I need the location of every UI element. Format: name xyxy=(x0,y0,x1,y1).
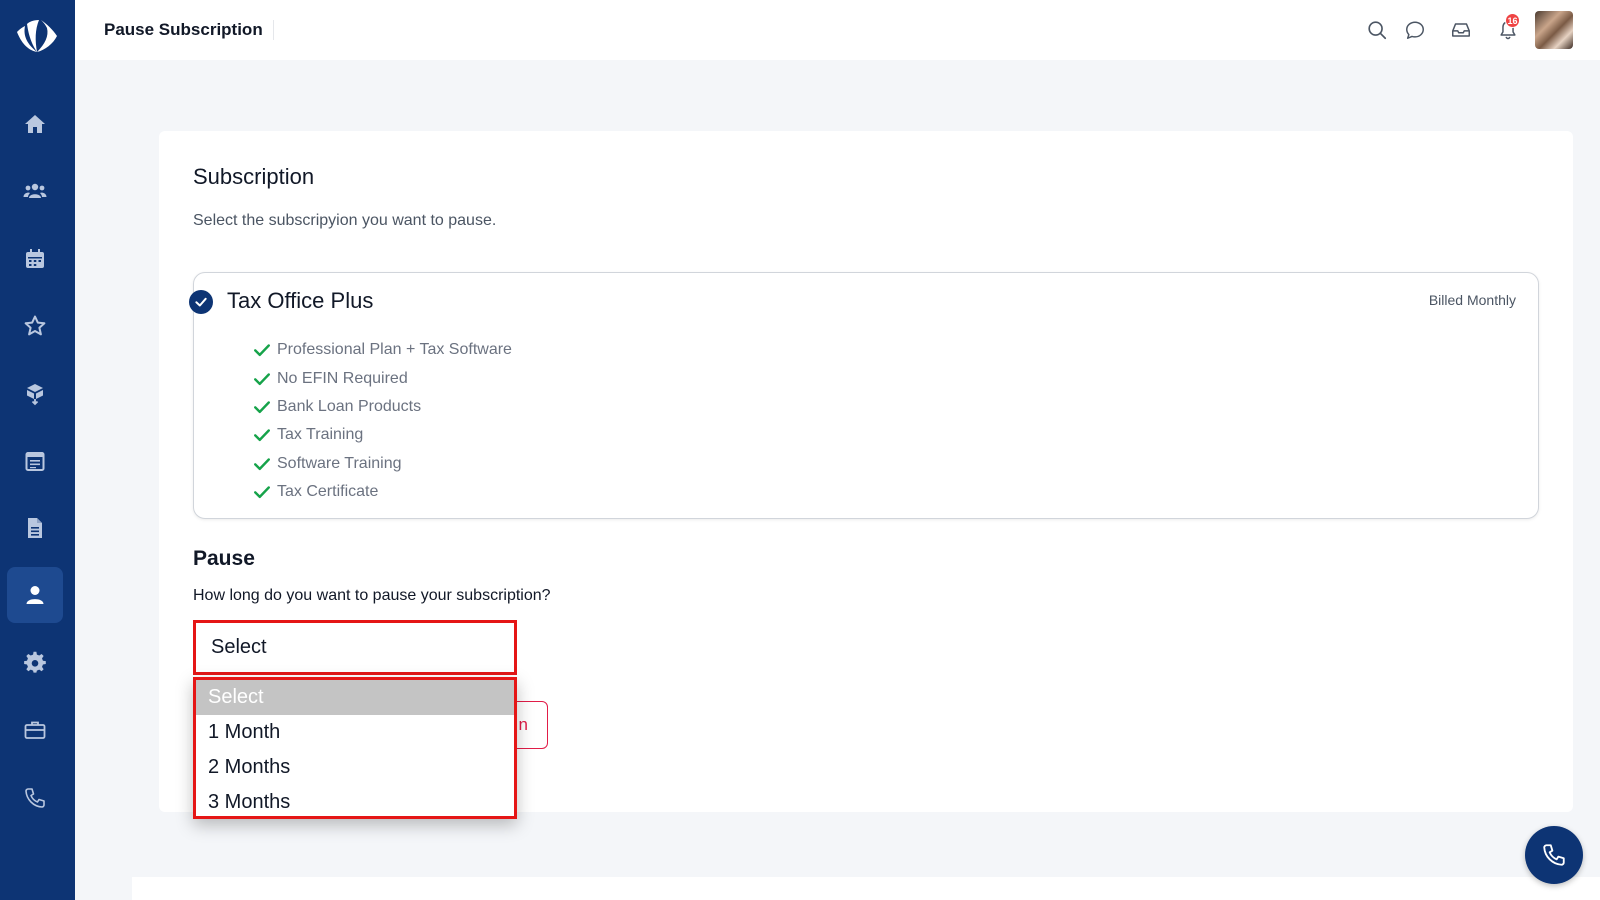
notification-badge: 16 xyxy=(1505,13,1520,28)
dropdown-option-1-month[interactable]: 1 Month xyxy=(196,715,514,750)
check-icon xyxy=(254,344,270,357)
document-icon xyxy=(28,518,42,538)
sidebar-item-settings[interactable] xyxy=(7,635,63,691)
check-icon xyxy=(254,486,270,499)
search-icon xyxy=(1368,21,1387,40)
star-icon xyxy=(24,315,46,336)
calendar-icon xyxy=(26,249,44,268)
home-icon xyxy=(25,115,45,133)
sidebar-item-profile[interactable] xyxy=(7,567,63,623)
plan-feature: Software Training xyxy=(253,450,512,478)
footer-strip xyxy=(132,877,1600,900)
plan-feature-label: Tax Training xyxy=(277,426,364,444)
plan-feature: No EFIN Required xyxy=(253,364,512,392)
pause-title: Pause xyxy=(193,547,255,570)
sidebar-item-calendar[interactable] xyxy=(7,231,63,287)
pause-duration-select[interactable]: Select xyxy=(193,620,517,675)
pause-question: How long do you want to pause your subsc… xyxy=(193,587,551,604)
sidebar-item-packages[interactable] xyxy=(7,366,63,422)
pause-duration-dropdown: Select 1 Month 2 Months 3 Months xyxy=(193,677,517,819)
pause-button-label: n xyxy=(518,715,528,734)
plan-feature: Tax Training xyxy=(253,421,512,449)
sidebar-item-favorites[interactable] xyxy=(7,298,63,354)
check-icon xyxy=(254,429,270,442)
sidebar-item-phone[interactable] xyxy=(7,770,63,826)
dropdown-option-select[interactable]: Select xyxy=(196,680,514,715)
sidebar-item-schedule[interactable] xyxy=(7,433,63,489)
plan-feature-label: Tax Certificate xyxy=(277,483,379,501)
plan-selected-icon[interactable] xyxy=(189,290,213,314)
check-icon xyxy=(254,458,270,470)
briefcase-icon xyxy=(24,721,46,739)
user-avatar[interactable] xyxy=(1535,11,1573,49)
chat-button[interactable] xyxy=(1403,18,1427,42)
plan-feature-label: Professional Plan + Tax Software xyxy=(277,341,512,359)
dropdown-option-3-months[interactable]: 3 Months xyxy=(196,785,514,816)
plan-feature: Tax Certificate xyxy=(253,478,512,506)
brand-logo-icon[interactable] xyxy=(13,16,61,56)
subscription-subtitle: Select the subscripyion you want to paus… xyxy=(193,212,497,229)
subscription-title: Subscription xyxy=(193,164,315,189)
plan-feature-label: Software Training xyxy=(277,454,402,472)
box-icon xyxy=(27,384,43,406)
sidebar-item-home[interactable] xyxy=(7,96,63,152)
plan-feature: Bank Loan Products xyxy=(253,393,512,421)
sidebar-item-documents[interactable] xyxy=(7,500,63,556)
plan-feature-label: No EFIN Required xyxy=(277,369,408,387)
inbox-button[interactable] xyxy=(1449,18,1473,42)
phone-icon xyxy=(25,788,45,808)
call-button[interactable] xyxy=(1525,826,1583,884)
check-icon xyxy=(254,401,270,414)
dropdown-option-2-months[interactable]: 2 Months xyxy=(196,750,514,785)
plan-feature: Professional Plan + Tax Software xyxy=(253,336,512,364)
check-icon xyxy=(254,372,270,385)
page-title: Pause Subscription xyxy=(104,20,274,40)
sidebar-item-users[interactable] xyxy=(7,163,63,219)
select-value: Select xyxy=(211,636,267,658)
search-button[interactable] xyxy=(1365,18,1389,42)
phone-icon xyxy=(1543,844,1565,866)
plan-name: Tax Office Plus xyxy=(227,288,374,313)
sidebar-item-briefcase[interactable] xyxy=(7,702,63,758)
chat-icon xyxy=(1406,21,1424,39)
sidebar xyxy=(0,0,75,900)
users-icon xyxy=(23,183,47,198)
list-calendar-icon xyxy=(25,452,45,471)
plan-feature-label: Bank Loan Products xyxy=(277,397,422,415)
plan-features-list: Professional Plan + Tax Software No EFIN… xyxy=(253,336,512,506)
gear-icon xyxy=(24,651,46,673)
user-icon xyxy=(26,586,44,604)
inbox-icon xyxy=(1452,23,1470,37)
plan-billing: Billed Monthly xyxy=(1428,292,1516,308)
